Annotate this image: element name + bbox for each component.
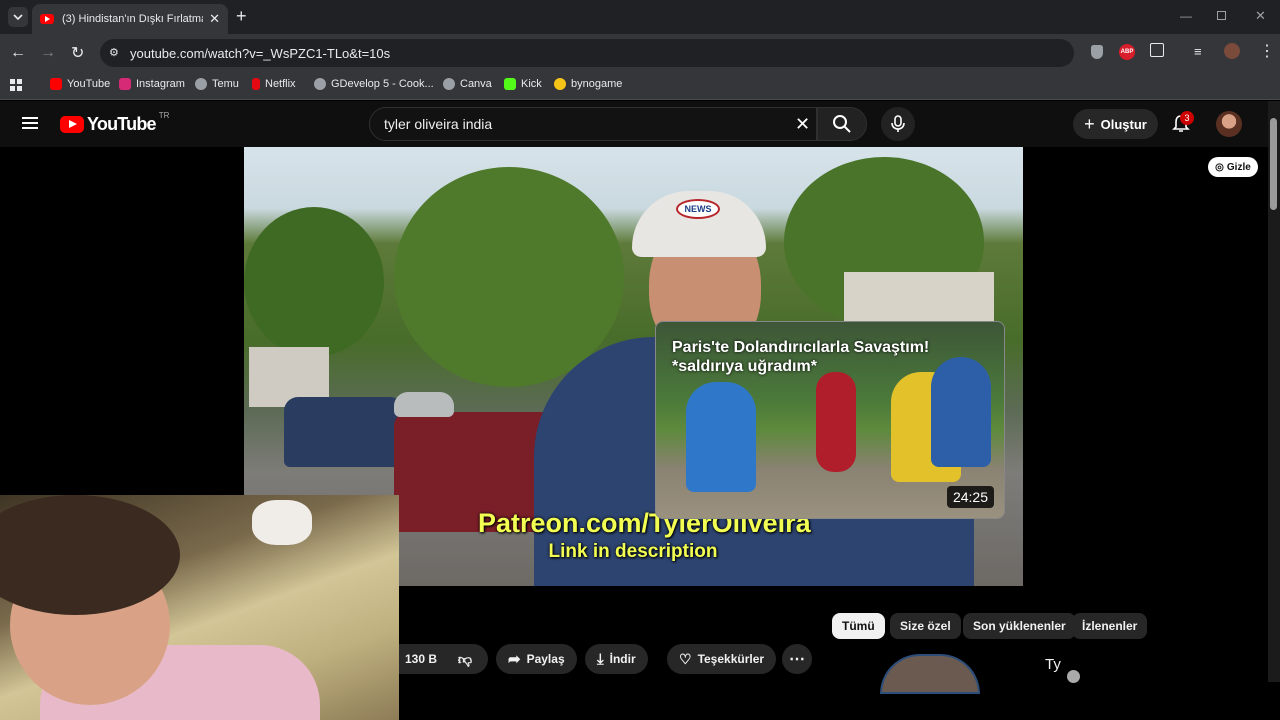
youtube-logo[interactable]: YouTube TR [60,111,170,135]
restore-icon[interactable] [1217,11,1226,20]
chip-all[interactable]: Tümü [832,613,885,639]
endcard-duration: 24:25 [946,486,994,508]
scrollbar-thumb[interactable] [1270,118,1277,210]
thanks-heart-icon: ♡ [679,650,692,667]
youtube-favicon-icon [40,14,54,24]
url-text: youtube.com/watch?v=_WsPZC1-TLo&t=10s [130,45,391,61]
youtube-play-logo-icon [60,116,84,133]
more-actions-button[interactable]: ⋯ [782,644,812,674]
new-tab-button[interactable]: + [236,6,247,27]
browser-menu-icon[interactable]: ⋮ [1259,41,1275,61]
thumbs-down-icon: 👎︎ [457,650,473,667]
search-input[interactable]: tyler oliveira india ✕ [369,107,817,141]
share-button[interactable]: ➦ Paylaş [496,644,577,674]
share-arrow-icon: ➦ [508,651,521,668]
kick-favicon-icon [504,78,516,90]
profile-avatar-icon[interactable] [1224,43,1240,59]
plus-icon: + [1084,113,1095,134]
bookmark-gdevelop[interactable]: GDevelop 5 - Cook... [314,78,434,90]
search-button[interactable] [817,107,867,141]
close-window-icon[interactable]: ✕ [1255,8,1266,24]
tab-title: (3) Hindistan'ın Dışkı Fırlatma Fe [62,13,203,25]
bookmark-kick[interactable]: Kick [504,78,542,90]
thanks-button[interactable]: ♡ Teşekkürler [667,644,777,674]
more-horizontal-icon: ⋯ [789,651,805,668]
notification-badge: 3 [1180,111,1194,125]
bookmark-temu[interactable]: Temu [195,78,239,90]
shield-extension-icon[interactable] [1091,45,1103,59]
clear-search-icon[interactable]: ✕ [795,114,810,135]
eye-off-icon: ◎ [1215,161,1224,173]
dislike-button[interactable]: 👎︎ [442,644,488,674]
globe-icon [443,78,455,90]
media-controls-icon[interactable]: ≡ [1194,44,1202,59]
notifications-icon[interactable]: 3 [1172,111,1194,132]
back-icon[interactable]: ← [10,44,26,62]
microphone-icon [891,115,905,132]
thanks-label: Teşekkürler [697,652,765,666]
puzzle-extensions-icon[interactable] [1150,43,1164,57]
bynogame-favicon-icon [554,78,566,90]
webcam-overlay [0,495,399,720]
youtube-logo-text: YouTube [87,114,157,134]
like-count: 130 B [405,652,438,666]
voice-search-button[interactable] [881,107,915,141]
recommendation-channel[interactable]: Ty [1045,656,1061,673]
tab-search-button[interactable] [8,7,28,27]
download-label: İndir [609,652,636,666]
download-icon: ⤓ [597,650,604,668]
bookmark-canva[interactable]: Canva [443,78,492,90]
youtube-favicon-icon [50,78,62,90]
instagram-favicon-icon [119,78,131,90]
browser-tab[interactable]: (3) Hindistan'ın Dışkı Fırlatma Fe ✕ [32,4,228,34]
search-query-text: tyler oliveira india [384,116,493,132]
bookmark-netflix[interactable]: Netflix [252,78,296,90]
account-avatar[interactable] [1216,111,1242,137]
endscreen-video-card[interactable]: Paris'te Dolandırıcılarla Savaştım! *sal… [655,321,1005,519]
address-bar[interactable]: ⚙ youtube.com/watch?v=_WsPZC1-TLo&t=10s [100,39,1074,67]
apps-grid-icon[interactable] [10,79,22,91]
patreon-subtext: Link in description [548,541,718,562]
forward-icon[interactable]: → [40,44,56,62]
globe-icon [314,78,326,90]
like-button[interactable]: 130 B [399,644,444,674]
search-icon [833,115,851,133]
hide-label: Gizle [1226,161,1251,173]
chevron-down-icon [13,14,23,21]
bookmark-bynogame[interactable]: bynogame [554,78,622,90]
download-button[interactable]: ⤓ İndir [585,644,648,674]
minimize-icon[interactable]: — [1180,9,1192,23]
share-label: Paylaş [526,652,565,666]
close-tab-icon[interactable]: ✕ [209,11,220,27]
bookmarks-bar: YouTube Instagram Temu Netflix GDevelop … [0,72,1280,100]
bookmark-youtube[interactable]: YouTube [50,78,110,90]
netflix-favicon-icon [252,78,260,90]
verified-badge-icon [1067,670,1080,683]
browser-tab-strip: (3) Hindistan'ın Dışkı Fırlatma Fe ✕ + —… [0,0,1280,34]
site-info-icon[interactable]: ⚙ [109,46,119,59]
endcard-title: Paris'te Dolandırıcılarla Savaştım! *sal… [672,339,930,375]
hide-button[interactable]: ◎ Gizle [1208,157,1258,177]
create-label: Oluştur [1100,116,1147,132]
bookmark-instagram[interactable]: Instagram [119,78,185,90]
globe-icon [195,78,207,90]
hamburger-menu-icon[interactable] [22,117,38,129]
adblock-extension-icon[interactable]: ABP [1119,44,1135,60]
region-label: TR [158,111,170,120]
chip-for-you[interactable]: Size özel [890,613,961,639]
reload-icon[interactable]: ↻ [71,43,84,63]
chip-watched[interactable]: İzlenenler [1072,613,1148,639]
chip-recently-uploaded[interactable]: Son yüklenenler [963,613,1076,639]
create-button[interactable]: + Oluştur [1073,109,1158,139]
recommendation-thumbnail[interactable] [880,654,980,694]
